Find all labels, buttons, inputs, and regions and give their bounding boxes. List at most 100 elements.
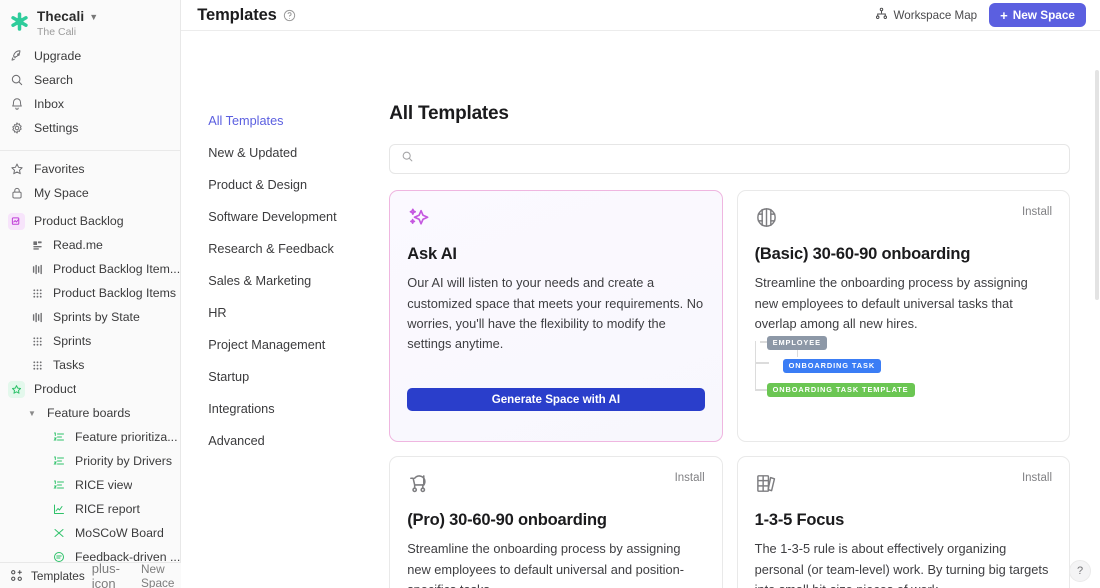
plus-icon[interactable]: plus-icon xyxy=(92,561,134,588)
category-software-development[interactable]: Software Development xyxy=(208,201,381,233)
install-button[interactable]: Install xyxy=(675,472,705,484)
caret-down-icon[interactable]: ▼ xyxy=(26,409,38,418)
gear-icon xyxy=(9,121,24,136)
sidebar-view-product-backlog-item[interactable]: Product Backlog Item... xyxy=(0,257,180,281)
sidebar-view-sprints[interactable]: Sprints xyxy=(0,329,180,353)
template-card-ask-ai[interactable]: Ask AI Our AI will listen to your needs … xyxy=(389,190,722,442)
generate-space-with-ai-button[interactable]: Generate Space with AI xyxy=(407,388,704,411)
sidebar-item-inbox[interactable]: Inbox xyxy=(0,92,180,116)
sidebar-item-label: Upgrade xyxy=(34,49,81,63)
search-box[interactable] xyxy=(389,144,1070,174)
chevron-down-icon[interactable]: ▼ xyxy=(89,12,98,22)
stroller-icon xyxy=(407,472,430,495)
tree-item-label: Sprints by State xyxy=(53,310,140,324)
sidebar-view-tasks[interactable]: Tasks xyxy=(0,353,180,377)
card-title: (Basic) 30-60-90 onboarding xyxy=(755,245,1052,264)
shuffle-icon xyxy=(52,526,66,540)
sidebar-space-product[interactable]: Product xyxy=(0,377,180,401)
tree-item-label: RICE view xyxy=(75,478,132,492)
tree-item-label: Sprints xyxy=(53,334,91,348)
card-title: 1-3-5 Focus xyxy=(755,511,1052,530)
asterisk-logo xyxy=(8,10,30,32)
tree-item-label: Product Backlog Items xyxy=(53,286,176,300)
template-card-basic-onboarding[interactable]: Install (Basic) 30-60-90 onboarding Stre… xyxy=(737,190,1070,442)
brain-icon xyxy=(755,206,778,229)
install-button[interactable]: Install xyxy=(1022,206,1052,218)
sidebar-folder-feature-boards[interactable]: ▼ Feature boards xyxy=(0,401,180,425)
category-research-feedback[interactable]: Research & Feedback xyxy=(208,233,381,265)
category-product-design[interactable]: Product & Design xyxy=(208,169,381,201)
templates-content: All Templates xyxy=(381,31,1100,588)
sidebar-item-label: Settings xyxy=(34,121,78,135)
tree-item-label: Priority by Drivers xyxy=(75,454,172,468)
install-button[interactable]: Install xyxy=(1022,472,1052,484)
sidebar-view-moscow-board[interactable]: MoSCoW Board xyxy=(0,521,180,545)
star-icon xyxy=(9,162,24,177)
sidebar-view-product-backlog-items[interactable]: Product Backlog Items xyxy=(0,281,180,305)
sidebar-item-label: Favorites xyxy=(34,162,85,176)
workspace-subtitle: The Cali xyxy=(37,26,98,38)
search-input[interactable] xyxy=(423,152,1058,166)
main-panel: Templates Workspace Map + New Space xyxy=(181,0,1100,588)
content-scrollbar[interactable] xyxy=(1095,70,1099,300)
tree-item-label: Product Backlog Item... xyxy=(53,262,180,276)
tree-item-label: Tasks xyxy=(53,358,84,372)
tree-item-label: Read.me xyxy=(53,238,103,252)
sidebar: Thecali ▼ The Cali Upgrade xyxy=(0,0,181,588)
plus-icon: + xyxy=(1000,9,1008,22)
category-project-management[interactable]: Project Management xyxy=(208,329,381,361)
card-title: (Pro) 30-60-90 onboarding xyxy=(407,511,704,530)
sidebar-item-label: My Space xyxy=(34,186,89,200)
sidebar-nav-primary: Upgrade Search Inbox xyxy=(0,44,180,144)
sidebar-view-priority-by-drivers[interactable]: Priority by Drivers xyxy=(0,449,180,473)
tree-item-label: MoSCoW Board xyxy=(75,526,164,540)
sidebar-divider xyxy=(0,150,180,151)
template-card-pro-onboarding[interactable]: Install (Pro) 30-60-90 onboarding Stream… xyxy=(389,456,722,588)
workspace-map-button[interactable]: Workspace Map xyxy=(875,7,978,23)
ordered-list-icon xyxy=(52,454,66,468)
sidebar-item-settings[interactable]: Settings xyxy=(0,116,180,140)
new-space-button[interactable]: + New Space xyxy=(989,3,1086,27)
sidebar-space-product-backlog[interactable]: Product Backlog xyxy=(0,209,180,233)
sidebar-footer: Templates plus-icon New Space xyxy=(0,562,190,588)
question-circle-icon[interactable] xyxy=(283,9,296,22)
sidebar-item-favorites[interactable]: Favorites xyxy=(0,157,180,181)
category-startup[interactable]: Startup xyxy=(208,361,381,393)
sparkles-icon xyxy=(407,206,432,231)
help-button[interactable]: ? xyxy=(1069,560,1091,582)
page-title: Templates xyxy=(197,6,277,25)
card-schema-diagram: EMPLOYEE ONBOARDING TASK ONBOARDING TASK… xyxy=(755,333,1005,405)
workspace-header[interactable]: Thecali ▼ The Cali xyxy=(0,0,180,44)
category-hr[interactable]: HR xyxy=(208,297,381,329)
search-icon xyxy=(9,73,24,88)
sidebar-view-sprints-by-state[interactable]: Sprints by State xyxy=(0,305,180,329)
sidebar-view-rice-report[interactable]: RICE report xyxy=(0,497,180,521)
grid-icon xyxy=(30,358,44,372)
category-advanced[interactable]: Advanced xyxy=(208,425,381,457)
card-description: Our AI will listen to your needs and cre… xyxy=(407,273,704,354)
sidebar-item-label: Search xyxy=(34,73,73,87)
board-icon xyxy=(30,310,44,324)
top-bar: Templates Workspace Map + New Space xyxy=(181,0,1100,31)
search-icon xyxy=(401,150,414,168)
templates-body: All Templates New & Updated Product & De… xyxy=(181,31,1100,588)
sidebar-item-my-space[interactable]: My Space xyxy=(0,181,180,205)
app-root: Thecali ▼ The Cali Upgrade xyxy=(0,0,1100,588)
grid-icon xyxy=(30,334,44,348)
sidebar-space-tree: Product Backlog Read.me Product Backlog … xyxy=(0,209,180,588)
sidebar-view-rice-view[interactable]: RICE view xyxy=(0,473,180,497)
sidebar-view-readme[interactable]: Read.me xyxy=(0,233,180,257)
category-new-updated[interactable]: New & Updated xyxy=(208,137,381,169)
template-card-135-focus[interactable]: Install 1-3-5 Focus The 1-3-5 rule is ab… xyxy=(737,456,1070,588)
tree-item-label: Feature boards xyxy=(47,406,130,420)
sidebar-view-feature-prioritization[interactable]: Feature prioritiza... xyxy=(0,425,180,449)
category-all-templates[interactable]: All Templates xyxy=(208,105,381,137)
sidebar-templates-label[interactable]: Templates xyxy=(31,569,85,583)
sidebar-item-upgrade[interactable]: Upgrade xyxy=(0,44,180,68)
doc-icon xyxy=(30,238,44,252)
category-sales-marketing[interactable]: Sales & Marketing xyxy=(208,265,381,297)
bell-icon xyxy=(9,97,24,112)
category-integrations[interactable]: Integrations xyxy=(208,393,381,425)
sidebar-item-search[interactable]: Search xyxy=(0,68,180,92)
workspace-name: Thecali xyxy=(37,9,84,25)
